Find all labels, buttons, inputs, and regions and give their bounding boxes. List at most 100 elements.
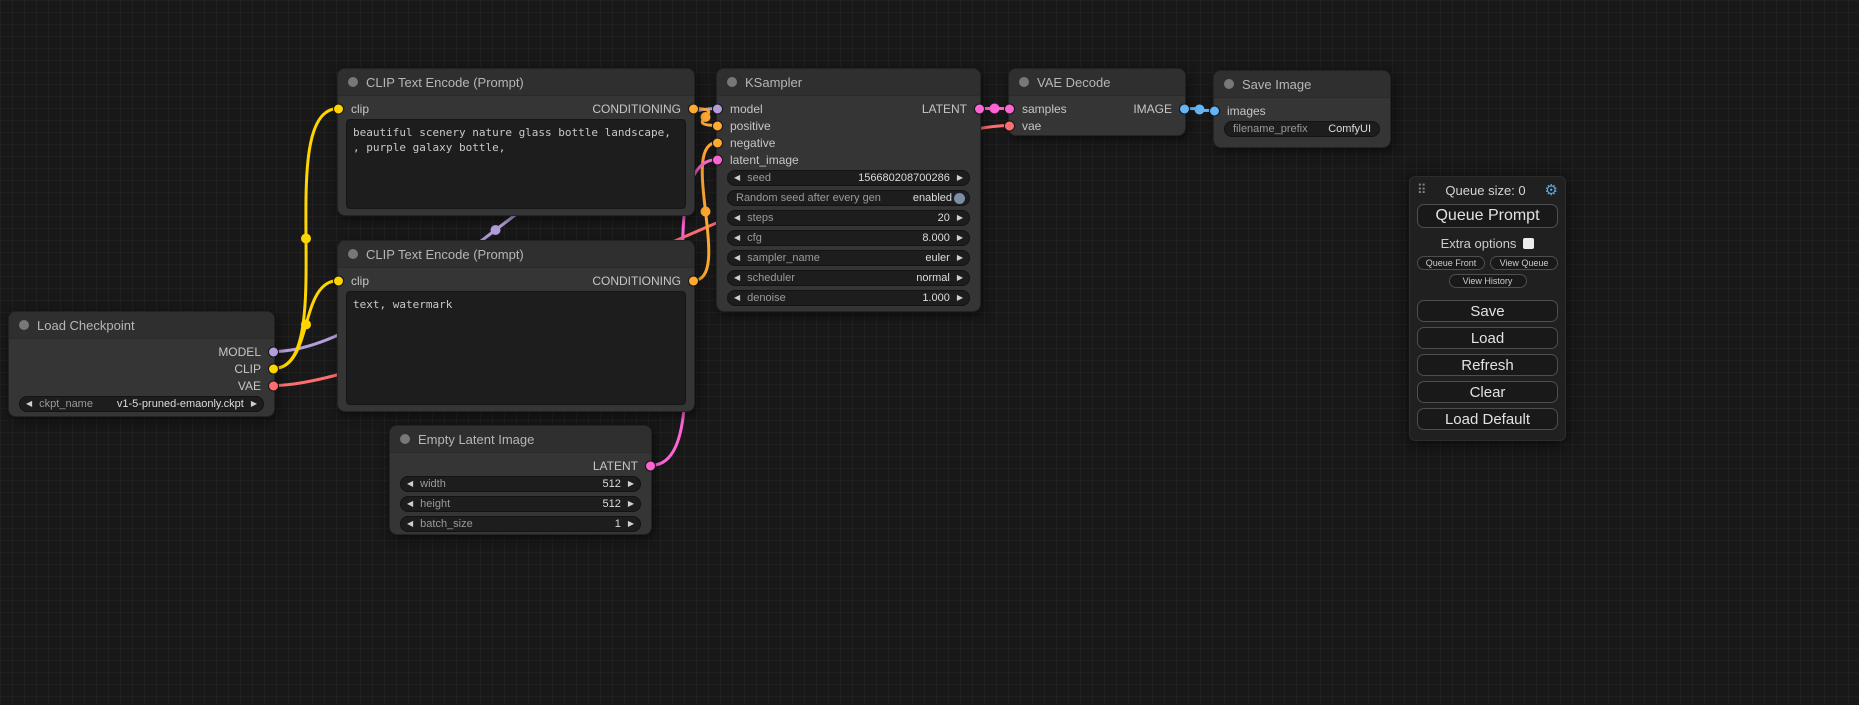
clip-input-port[interactable] bbox=[333, 103, 344, 114]
widget-value: 8.000 bbox=[922, 232, 950, 244]
latent-output-port[interactable] bbox=[645, 460, 656, 471]
sampler-name-widget[interactable]: ◀ sampler_name euler ▶ bbox=[727, 250, 970, 266]
decrement-icon[interactable]: ◀ bbox=[734, 214, 740, 222]
samples-input-label: samples bbox=[1022, 102, 1067, 116]
vae-output-port[interactable] bbox=[268, 380, 279, 391]
node-title-bar[interactable]: Load Checkpoint bbox=[9, 312, 274, 339]
increment-icon[interactable]: ▶ bbox=[957, 214, 963, 222]
toggle-knob[interactable] bbox=[954, 193, 965, 204]
drag-handle-icon[interactable]: ⠿ bbox=[1417, 182, 1427, 198]
clip-input-port[interactable] bbox=[333, 275, 344, 286]
vae-input-port[interactable] bbox=[1004, 120, 1015, 131]
increment-icon[interactable]: ▶ bbox=[628, 480, 634, 488]
collapse-dot-icon[interactable] bbox=[348, 249, 358, 259]
samples-input-port[interactable] bbox=[1004, 103, 1015, 114]
settings-gear-icon[interactable]: ⚙ bbox=[1545, 183, 1558, 198]
negative-input-port[interactable] bbox=[712, 137, 723, 148]
clear-button[interactable]: Clear bbox=[1417, 381, 1558, 403]
collapse-dot-icon[interactable] bbox=[348, 77, 358, 87]
collapse-dot-icon[interactable] bbox=[1224, 79, 1234, 89]
extra-options-checkbox[interactable] bbox=[1523, 238, 1534, 249]
node-save-image[interactable]: Save Image images filename_prefix ComfyU… bbox=[1213, 70, 1391, 148]
latent-image-input-label: latent_image bbox=[730, 153, 799, 167]
collapse-dot-icon[interactable] bbox=[400, 434, 410, 444]
decrement-icon[interactable]: ◀ bbox=[734, 234, 740, 242]
steps-widget[interactable]: ◀ steps 20 ▶ bbox=[727, 210, 970, 226]
queue-size-label: Queue size: 0 bbox=[1427, 183, 1545, 198]
latent-output-port[interactable] bbox=[974, 103, 985, 114]
node-ksampler[interactable]: KSampler model LATENT positive negative … bbox=[716, 68, 981, 312]
width-widget[interactable]: ◀ width 512 ▶ bbox=[400, 476, 641, 492]
node-clip-text-encode-negative[interactable]: CLIP Text Encode (Prompt) clip CONDITION… bbox=[337, 240, 695, 412]
negative-input-label: negative bbox=[730, 136, 775, 150]
increment-icon[interactable]: ▶ bbox=[957, 174, 963, 182]
latent-image-input-port[interactable] bbox=[712, 154, 723, 165]
increment-icon[interactable]: ▶ bbox=[628, 520, 634, 528]
node-title-bar[interactable]: Save Image bbox=[1214, 71, 1390, 98]
view-queue-button[interactable]: View Queue bbox=[1490, 256, 1558, 270]
seed-widget[interactable]: ◀ seed 156680208700286 ▶ bbox=[727, 170, 970, 186]
load-default-button[interactable]: Load Default bbox=[1417, 408, 1558, 430]
queue-small-buttons-row: Queue Front View Queue bbox=[1417, 256, 1558, 270]
image-output-port[interactable] bbox=[1179, 103, 1190, 114]
save-button[interactable]: Save bbox=[1417, 300, 1558, 322]
node-title: Load Checkpoint bbox=[37, 318, 135, 333]
refresh-button[interactable]: Refresh bbox=[1417, 354, 1558, 376]
increment-icon[interactable]: ▶ bbox=[628, 500, 634, 508]
collapse-dot-icon[interactable] bbox=[727, 77, 737, 87]
decrement-icon[interactable]: ◀ bbox=[734, 294, 740, 302]
clip-input-label: clip bbox=[351, 274, 369, 288]
output-row: MODEL bbox=[9, 343, 274, 360]
height-widget[interactable]: ◀ height 512 ▶ bbox=[400, 496, 641, 512]
latent-output-label: LATENT bbox=[922, 102, 967, 116]
increment-icon[interactable]: ▶ bbox=[251, 400, 257, 408]
node-title-bar[interactable]: VAE Decode bbox=[1009, 69, 1185, 96]
filename-prefix-widget[interactable]: filename_prefix ComfyUI bbox=[1224, 121, 1380, 137]
decrement-icon[interactable]: ◀ bbox=[407, 480, 413, 488]
scheduler-widget[interactable]: ◀ scheduler normal ▶ bbox=[727, 270, 970, 286]
decrement-icon[interactable]: ◀ bbox=[26, 400, 32, 408]
denoise-widget[interactable]: ◀ denoise 1.000 ▶ bbox=[727, 290, 970, 306]
cfg-widget[interactable]: ◀ cfg 8.000 ▶ bbox=[727, 230, 970, 246]
extra-options-row: Extra options bbox=[1417, 234, 1558, 252]
node-graph-canvas[interactable]: Load Checkpoint MODEL CLIP VAE ◀ ckpt_na… bbox=[0, 0, 1859, 705]
node-title: Empty Latent Image bbox=[418, 432, 534, 447]
clip-output-port[interactable] bbox=[268, 363, 279, 374]
decrement-icon[interactable]: ◀ bbox=[407, 500, 413, 508]
node-title-bar[interactable]: KSampler bbox=[717, 69, 980, 96]
increment-icon[interactable]: ▶ bbox=[957, 254, 963, 262]
decrement-icon[interactable]: ◀ bbox=[734, 274, 740, 282]
increment-icon[interactable]: ▶ bbox=[957, 274, 963, 282]
node-vae-decode[interactable]: VAE Decode samples IMAGE vae bbox=[1008, 68, 1186, 136]
collapse-dot-icon[interactable] bbox=[1019, 77, 1029, 87]
node-title-bar[interactable]: CLIP Text Encode (Prompt) bbox=[338, 241, 694, 268]
view-history-button[interactable]: View History bbox=[1449, 274, 1527, 288]
conditioning-output-port[interactable] bbox=[688, 275, 699, 286]
node-empty-latent-image[interactable]: Empty Latent Image LATENT ◀ width 512 ▶ … bbox=[389, 425, 652, 535]
increment-icon[interactable]: ▶ bbox=[957, 294, 963, 302]
conditioning-output-port[interactable] bbox=[688, 103, 699, 114]
widget-value: normal bbox=[916, 272, 950, 284]
widget-value: euler bbox=[925, 252, 949, 264]
collapse-dot-icon[interactable] bbox=[19, 320, 29, 330]
decrement-icon[interactable]: ◀ bbox=[734, 174, 740, 182]
model-output-port[interactable] bbox=[268, 346, 279, 357]
images-input-port[interactable] bbox=[1209, 105, 1220, 116]
node-clip-text-encode-positive[interactable]: CLIP Text Encode (Prompt) clip CONDITION… bbox=[337, 68, 695, 216]
increment-icon[interactable]: ▶ bbox=[957, 234, 963, 242]
batch-size-widget[interactable]: ◀ batch_size 1 ▶ bbox=[400, 516, 641, 532]
random-seed-toggle-widget[interactable]: Random seed after every gen enabled bbox=[727, 190, 970, 206]
model-input-port[interactable] bbox=[712, 103, 723, 114]
decrement-icon[interactable]: ◀ bbox=[734, 254, 740, 262]
node-title-bar[interactable]: Empty Latent Image bbox=[390, 426, 651, 453]
node-load-checkpoint[interactable]: Load Checkpoint MODEL CLIP VAE ◀ ckpt_na… bbox=[8, 311, 275, 417]
negative-prompt-textarea[interactable]: text, watermark bbox=[346, 291, 686, 405]
queue-front-button[interactable]: Queue Front bbox=[1417, 256, 1485, 270]
node-title-bar[interactable]: CLIP Text Encode (Prompt) bbox=[338, 69, 694, 96]
positive-prompt-textarea[interactable]: beautiful scenery nature glass bottle la… bbox=[346, 119, 686, 209]
queue-prompt-button[interactable]: Queue Prompt bbox=[1417, 204, 1558, 228]
ckpt-name-widget[interactable]: ◀ ckpt_name v1-5-pruned-emaonly.ckpt ▶ bbox=[19, 396, 264, 412]
decrement-icon[interactable]: ◀ bbox=[407, 520, 413, 528]
positive-input-port[interactable] bbox=[712, 120, 723, 131]
load-button[interactable]: Load bbox=[1417, 327, 1558, 349]
